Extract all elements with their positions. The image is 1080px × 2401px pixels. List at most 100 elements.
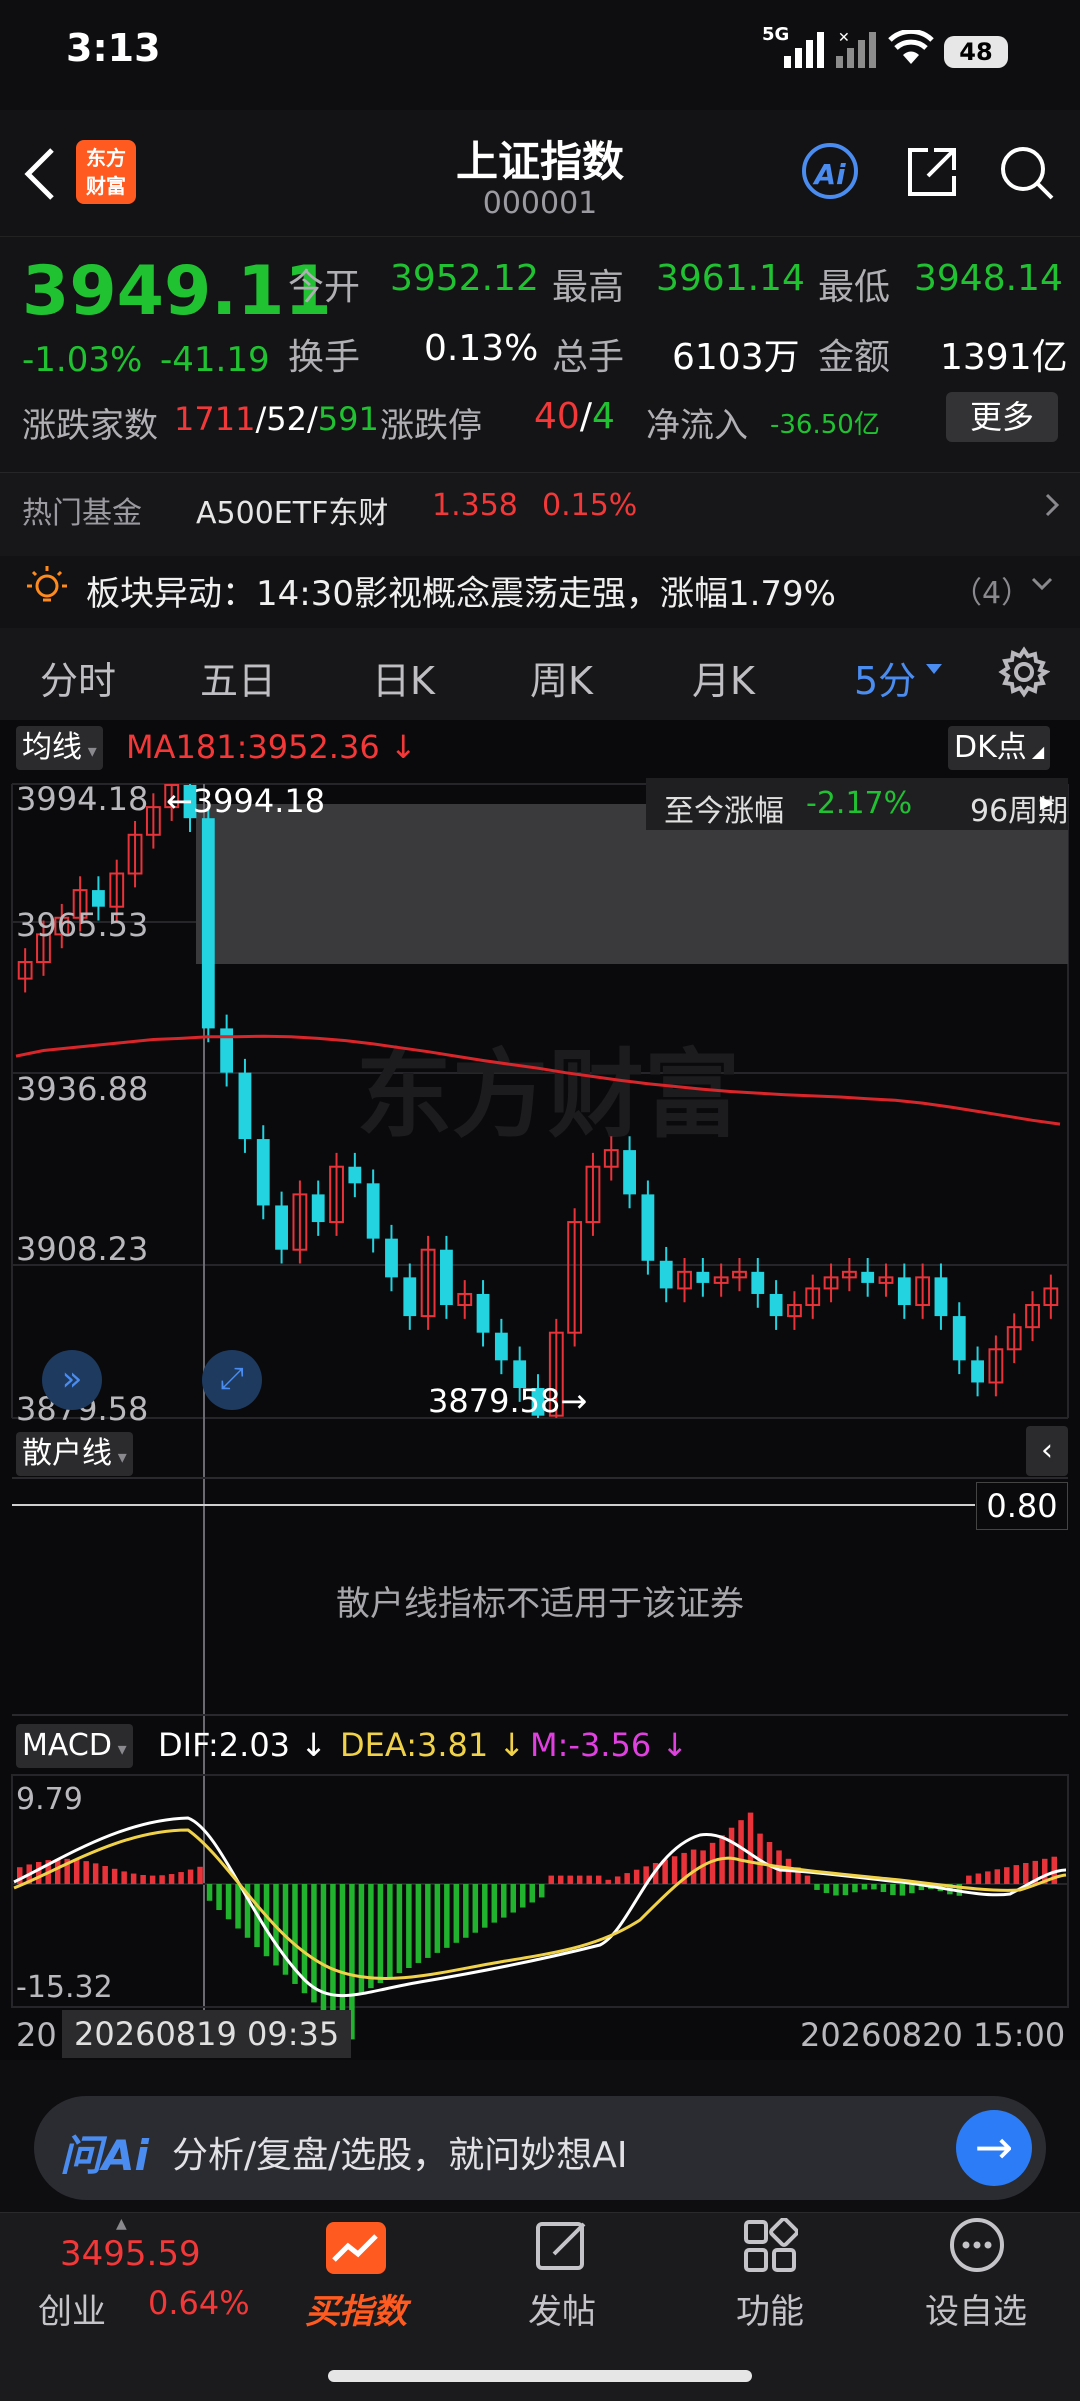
more-dots-icon[interactable] (948, 2216, 1006, 2274)
nav-add-watchlist[interactable]: 设自选 (896, 2284, 1056, 2333)
macd-bar (510, 1884, 517, 1913)
tab-weekly-k[interactable]: 周K (530, 650, 593, 705)
macd-bar (92, 1863, 99, 1884)
cell-signal-icon (784, 32, 824, 68)
amount-value: 1391亿 (940, 337, 1068, 378)
cell-signal-2-icon: ✕ (836, 30, 876, 68)
ma-chip[interactable]: 均线 ▾ (16, 726, 103, 770)
share-icon[interactable] (904, 144, 960, 200)
candle-body (769, 1293, 783, 1317)
macd-dif: DIF:2.03 ↓ (158, 1726, 328, 1764)
tab-daily-k[interactable]: 日K (372, 650, 435, 705)
macd-bar (576, 1875, 583, 1884)
macd-bar (396, 1884, 403, 1974)
retail-message: 散户线指标不适用于该证券 (336, 1584, 744, 1624)
collapse-side-button[interactable]: ‹ (1026, 1426, 1068, 1476)
limit-values: 40/4 (534, 396, 615, 437)
macd-ymax: 9.79 (16, 1782, 83, 1817)
nav-post[interactable]: 发帖 (482, 2284, 642, 2333)
y-tick-2: 3965.53 (16, 906, 149, 944)
search-icon[interactable] (998, 144, 1056, 202)
macd-bar (377, 1884, 384, 1984)
tab-monthly-k[interactable]: 月K (692, 650, 755, 705)
compose-icon[interactable] (534, 2218, 590, 2274)
macd-bar (1004, 1867, 1010, 1884)
breadth-up: 1711 (174, 400, 256, 438)
hot-fund-row[interactable] (0, 472, 1080, 557)
macd-bar (178, 1872, 184, 1884)
high-label: 最高 (552, 267, 625, 308)
kline-chart-area[interactable]: 东方财富 均线 ▾ MA181:3952.36 ↓ DK点 ◢ 至今涨幅 -2.… (0, 720, 1080, 2060)
hot-fund-name: A500ETF东财 (196, 496, 389, 531)
macd-bar (368, 1884, 374, 1989)
nav-buy-index[interactable]: 买指数 (276, 2284, 436, 2333)
tab-intraday[interactable]: 分时 (40, 650, 116, 705)
macd-bar (728, 1827, 735, 1884)
dea-line (13, 1828, 1067, 1980)
macd-bar (985, 1871, 991, 1884)
hot-fund-change: 0.15% (542, 488, 638, 523)
gear-icon[interactable] (998, 646, 1050, 698)
dk-point-chip[interactable]: DK点 ◢ (948, 726, 1051, 770)
macd-histogram (17, 1812, 1057, 2040)
buy-index-icon[interactable] (326, 2222, 386, 2274)
retail-chip[interactable]: 散户线 ▾ (16, 1432, 133, 1476)
macd-bar (453, 1884, 460, 1943)
caret-down-icon (926, 664, 942, 674)
macd-bar (880, 1884, 887, 1893)
chinext-index-change[interactable]: 0.64% (148, 2284, 250, 2322)
macd-bar (501, 1884, 507, 1918)
breadth-down: 591 (317, 400, 379, 438)
candle-body (476, 1293, 490, 1333)
chinext-index-value[interactable]: 3495.59 (60, 2234, 201, 2274)
tab-five-day[interactable]: 五日 (200, 650, 276, 705)
macd-bar (140, 1875, 146, 1884)
candle-body (623, 1150, 636, 1195)
change-value: -41.19 (160, 340, 270, 380)
expand-panel-button[interactable]: » (42, 1350, 102, 1410)
candle-body (440, 1249, 453, 1306)
caret-right-icon: ▶ (1040, 792, 1054, 813)
wifi-icon (888, 30, 934, 64)
fullscreen-button[interactable]: ⤢ (202, 1350, 262, 1410)
candle-body (696, 1271, 710, 1283)
back-arrow-icon[interactable] (20, 146, 60, 202)
macd-bar (899, 1884, 906, 1896)
chevron-right-icon[interactable] (1044, 492, 1060, 518)
macd-bar (747, 1812, 754, 1884)
more-button[interactable]: 更多 (946, 392, 1058, 442)
candle-body (311, 1194, 325, 1223)
status-time: 3:13 (66, 26, 161, 70)
tab-5min[interactable]: 5分 (854, 650, 916, 705)
macd-dea: DEA:3.81 ↓ (340, 1726, 526, 1764)
ask-ai-placeholder[interactable]: 分析/复盘/选股，就问妙想AI (172, 2126, 628, 2178)
macd-bar (842, 1884, 849, 1896)
battery-icon: 48 (944, 36, 1008, 68)
low-marker: 3879.58→ (428, 1382, 588, 1420)
candle-body (952, 1316, 966, 1361)
candle-body (275, 1205, 288, 1250)
candle-body (366, 1183, 380, 1239)
ask-send-button[interactable]: → (956, 2110, 1032, 2186)
chinext-index-name[interactable]: 创业 (38, 2284, 106, 2333)
macd-bar (425, 1884, 431, 1958)
ai-button[interactable]: Ai (802, 143, 858, 199)
macd-bar (804, 1875, 811, 1884)
macd-bar (187, 1869, 194, 1884)
range-info-label: 至今涨幅 (664, 794, 784, 829)
chevron-down-icon[interactable] (1030, 576, 1054, 592)
nav-functions[interactable]: 功能 (690, 2284, 850, 2333)
candle-body (201, 818, 215, 1029)
macd-bar (73, 1859, 80, 1884)
breadth-label: 涨跌家数 (22, 406, 158, 446)
macd-bar (595, 1875, 602, 1884)
grid-apps-icon[interactable] (742, 2218, 798, 2274)
macd-bar (520, 1884, 526, 1908)
macd-bar (871, 1884, 877, 1890)
macd-bar (197, 1866, 203, 1884)
breadth-values: 1711/52/591 (174, 400, 379, 438)
macd-bar (482, 1884, 488, 1928)
macd-chip[interactable]: MACD ▾ (16, 1724, 133, 1768)
macd-bar (1013, 1865, 1020, 1884)
netflow-label: 净流入 (646, 406, 748, 446)
